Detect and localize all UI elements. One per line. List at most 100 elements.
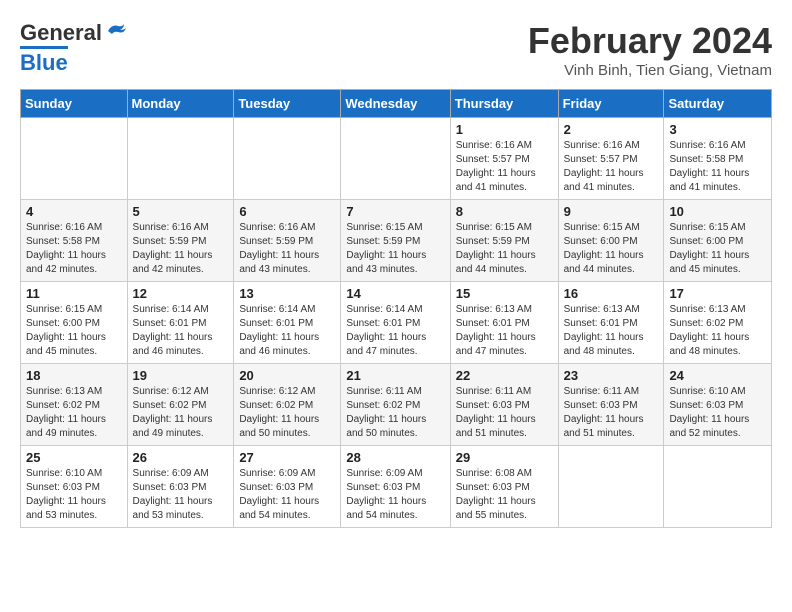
calendar-week-row: 25 Sunrise: 6:10 AM Sunset: 6:03 PM Dayli… <box>21 446 772 528</box>
day-number: 3 <box>669 122 766 137</box>
day-number: 13 <box>239 286 335 301</box>
calendar-cell <box>234 118 341 200</box>
day-number: 14 <box>346 286 444 301</box>
calendar-cell: 19 Sunrise: 6:12 AM Sunset: 6:02 PM Dayli… <box>127 364 234 446</box>
calendar-week-row: 1Sunrise: 6:16 AM Sunset: 5:57 PM Daylig… <box>21 118 772 200</box>
calendar-week-row: 11 Sunrise: 6:15 AM Sunset: 6:00 PM Dayli… <box>21 282 772 364</box>
calendar-cell: 14 Sunrise: 6:14 AM Sunset: 6:01 PM Dayli… <box>341 282 450 364</box>
calendar-cell: 10 Sunrise: 6:15 AM Sunset: 6:00 PM Dayli… <box>664 200 772 282</box>
day-number: 26 <box>133 450 229 465</box>
day-info: Sunrise: 6:08 AM Sunset: 6:03 PM Dayligh… <box>456 467 553 523</box>
calendar-cell: 25 Sunrise: 6:10 AM Sunset: 6:03 PM Dayli… <box>21 446 128 528</box>
day-info: Sunrise: 6:16 AM Sunset: 5:57 PM Dayligh… <box>564 139 659 195</box>
calendar-cell <box>664 446 772 528</box>
day-info: Sunrise: 6:15 AM Sunset: 6:00 PM Dayligh… <box>564 221 659 277</box>
day-info: Sunrise: 6:12 AM Sunset: 6:02 PM Dayligh… <box>133 385 229 441</box>
calendar-cell: 1Sunrise: 6:16 AM Sunset: 5:57 PM Daylig… <box>450 118 558 200</box>
calendar-cell: 21 Sunrise: 6:11 AM Sunset: 6:02 PM Dayli… <box>341 364 450 446</box>
day-number: 17 <box>669 286 766 301</box>
day-info: Sunrise: 6:13 AM Sunset: 6:01 PM Dayligh… <box>564 303 659 359</box>
day-number: 11 <box>26 286 122 301</box>
day-number: 22 <box>456 368 553 383</box>
day-number: 20 <box>239 368 335 383</box>
day-number: 24 <box>669 368 766 383</box>
calendar-cell: 16 Sunrise: 6:13 AM Sunset: 6:01 PM Dayli… <box>558 282 664 364</box>
calendar-cell: 8 Sunrise: 6:15 AM Sunset: 5:59 PM Daylig… <box>450 200 558 282</box>
day-info: Sunrise: 6:11 AM Sunset: 6:03 PM Dayligh… <box>564 385 659 441</box>
day-info: Sunrise: 6:14 AM Sunset: 6:01 PM Dayligh… <box>133 303 229 359</box>
logo: General Blue <box>20 20 126 76</box>
day-number: 15 <box>456 286 553 301</box>
calendar-cell: 6 Sunrise: 6:16 AM Sunset: 5:59 PM Daylig… <box>234 200 341 282</box>
calendar-cell: 29 Sunrise: 6:08 AM Sunset: 6:03 PM Dayli… <box>450 446 558 528</box>
calendar-cell <box>558 446 664 528</box>
calendar-cell: 24Sunrise: 6:10 AM Sunset: 6:03 PM Dayli… <box>664 364 772 446</box>
logo-bird-icon <box>104 22 126 40</box>
calendar-cell: 5Sunrise: 6:16 AM Sunset: 5:59 PM Daylig… <box>127 200 234 282</box>
calendar-weekday-wednesday: Wednesday <box>341 90 450 118</box>
day-number: 29 <box>456 450 553 465</box>
day-info: Sunrise: 6:16 AM Sunset: 5:58 PM Dayligh… <box>26 221 122 277</box>
day-number: 6 <box>239 204 335 219</box>
day-info: Sunrise: 6:16 AM Sunset: 5:59 PM Dayligh… <box>239 221 335 277</box>
calendar-cell: 7Sunrise: 6:15 AM Sunset: 5:59 PM Daylig… <box>341 200 450 282</box>
day-number: 4 <box>26 204 122 219</box>
day-number: 23 <box>564 368 659 383</box>
calendar-cell <box>127 118 234 200</box>
day-number: 19 <box>133 368 229 383</box>
logo-blue: Blue <box>20 46 68 76</box>
calendar-week-row: 18 Sunrise: 6:13 AM Sunset: 6:02 PM Dayli… <box>21 364 772 446</box>
day-number: 12 <box>133 286 229 301</box>
calendar-cell: 9 Sunrise: 6:15 AM Sunset: 6:00 PM Daylig… <box>558 200 664 282</box>
calendar-cell: 15Sunrise: 6:13 AM Sunset: 6:01 PM Dayli… <box>450 282 558 364</box>
calendar-weekday-monday: Monday <box>127 90 234 118</box>
calendar-cell: 28 Sunrise: 6:09 AM Sunset: 6:03 PM Dayli… <box>341 446 450 528</box>
day-number: 16 <box>564 286 659 301</box>
day-info: Sunrise: 6:11 AM Sunset: 6:03 PM Dayligh… <box>456 385 553 441</box>
day-number: 8 <box>456 204 553 219</box>
title-area: February 2024 Vinh Binh, Tien Giang, Vie… <box>528 20 772 79</box>
day-number: 25 <box>26 450 122 465</box>
calendar-cell: 11 Sunrise: 6:15 AM Sunset: 6:00 PM Dayli… <box>21 282 128 364</box>
calendar-table: SundayMondayTuesdayWednesdayThursdayFrid… <box>20 89 772 528</box>
calendar-cell <box>341 118 450 200</box>
calendar-cell: 20Sunrise: 6:12 AM Sunset: 6:02 PM Dayli… <box>234 364 341 446</box>
calendar-weekday-tuesday: Tuesday <box>234 90 341 118</box>
day-info: Sunrise: 6:16 AM Sunset: 5:58 PM Dayligh… <box>669 139 766 195</box>
day-info: Sunrise: 6:15 AM Sunset: 5:59 PM Dayligh… <box>346 221 444 277</box>
calendar-cell <box>21 118 128 200</box>
day-info: Sunrise: 6:10 AM Sunset: 6:03 PM Dayligh… <box>26 467 122 523</box>
day-number: 28 <box>346 450 444 465</box>
day-number: 9 <box>564 204 659 219</box>
day-info: Sunrise: 6:15 AM Sunset: 6:00 PM Dayligh… <box>26 303 122 359</box>
day-info: Sunrise: 6:11 AM Sunset: 6:02 PM Dayligh… <box>346 385 444 441</box>
logo-general: General <box>20 20 102 46</box>
calendar-cell: 22 Sunrise: 6:11 AM Sunset: 6:03 PM Dayli… <box>450 364 558 446</box>
day-number: 2 <box>564 122 659 137</box>
calendar-cell: 17 Sunrise: 6:13 AM Sunset: 6:02 PM Dayli… <box>664 282 772 364</box>
calendar-weekday-sunday: Sunday <box>21 90 128 118</box>
calendar-cell: 3 Sunrise: 6:16 AM Sunset: 5:58 PM Daylig… <box>664 118 772 200</box>
location-subtitle: Vinh Binh, Tien Giang, Vietnam <box>528 62 772 79</box>
calendar-cell: 12 Sunrise: 6:14 AM Sunset: 6:01 PM Dayli… <box>127 282 234 364</box>
day-info: Sunrise: 6:09 AM Sunset: 6:03 PM Dayligh… <box>239 467 335 523</box>
calendar-cell: 27 Sunrise: 6:09 AM Sunset: 6:03 PM Dayli… <box>234 446 341 528</box>
calendar-cell: 2 Sunrise: 6:16 AM Sunset: 5:57 PM Daylig… <box>558 118 664 200</box>
day-number: 27 <box>239 450 335 465</box>
day-number: 10 <box>669 204 766 219</box>
day-info: Sunrise: 6:13 AM Sunset: 6:02 PM Dayligh… <box>26 385 122 441</box>
day-info: Sunrise: 6:16 AM Sunset: 5:57 PM Dayligh… <box>456 139 553 195</box>
month-year-title: February 2024 <box>528 20 772 62</box>
calendar-weekday-saturday: Saturday <box>664 90 772 118</box>
calendar-week-row: 4 Sunrise: 6:16 AM Sunset: 5:58 PM Daylig… <box>21 200 772 282</box>
calendar-weekday-thursday: Thursday <box>450 90 558 118</box>
day-number: 18 <box>26 368 122 383</box>
day-info: Sunrise: 6:09 AM Sunset: 6:03 PM Dayligh… <box>346 467 444 523</box>
day-info: Sunrise: 6:13 AM Sunset: 6:02 PM Dayligh… <box>669 303 766 359</box>
calendar-cell: 23 Sunrise: 6:11 AM Sunset: 6:03 PM Dayli… <box>558 364 664 446</box>
day-number: 21 <box>346 368 444 383</box>
day-info: Sunrise: 6:14 AM Sunset: 6:01 PM Dayligh… <box>346 303 444 359</box>
calendar-cell: 18 Sunrise: 6:13 AM Sunset: 6:02 PM Dayli… <box>21 364 128 446</box>
day-info: Sunrise: 6:15 AM Sunset: 5:59 PM Dayligh… <box>456 221 553 277</box>
day-info: Sunrise: 6:15 AM Sunset: 6:00 PM Dayligh… <box>669 221 766 277</box>
